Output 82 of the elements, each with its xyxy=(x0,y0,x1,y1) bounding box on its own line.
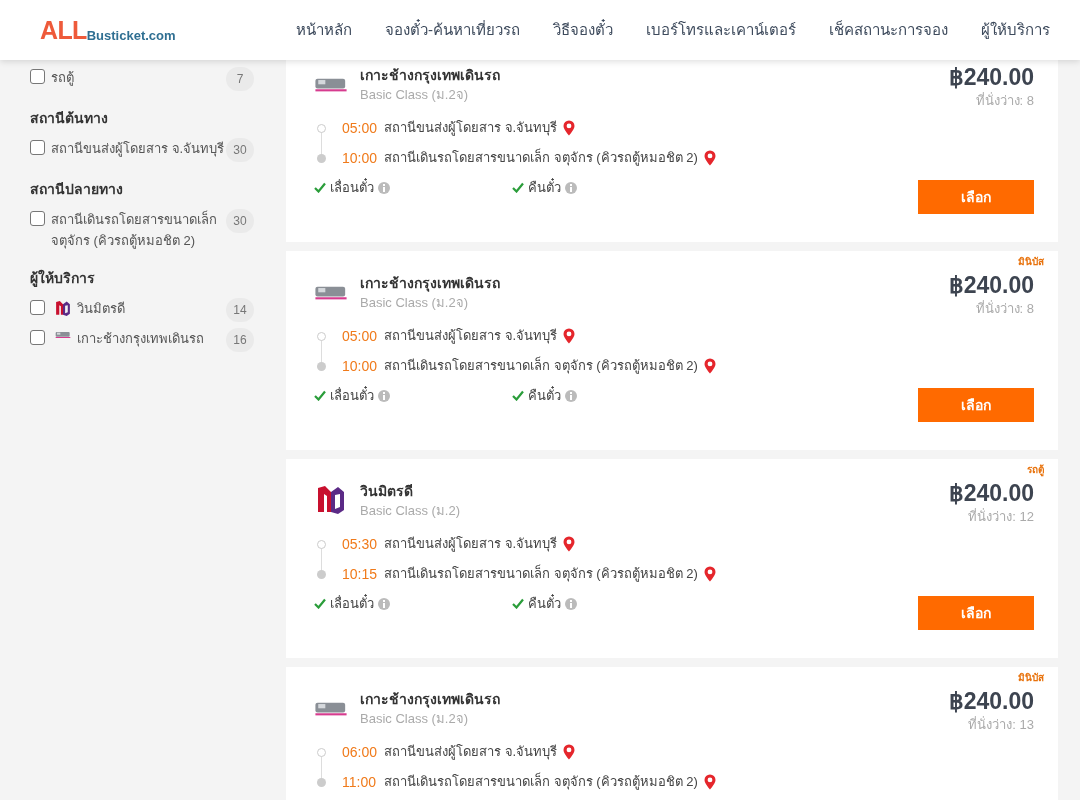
seats-available: ที่นั่งว่าง: 8 xyxy=(975,91,1034,110)
operator-name: เกาะช้างกรุงเทพเดินรถ xyxy=(360,274,500,293)
bus-class: Basic Class (ม.2จ) xyxy=(360,86,470,104)
ticket-feature: เลื่อนตั๋ว xyxy=(330,594,374,613)
filter-checkbox[interactable] xyxy=(30,69,45,84)
info-icon[interactable] xyxy=(378,389,390,402)
departure-time: 05:00 xyxy=(342,326,379,346)
departure-time: 11:00 xyxy=(342,772,377,792)
option-count: 16 xyxy=(226,328,254,352)
bus-logo xyxy=(55,330,71,340)
filter-checkbox[interactable] xyxy=(30,211,45,226)
option-count: 7 xyxy=(226,67,254,91)
departure-time: 10:15 xyxy=(342,564,379,584)
bus-class: Basic Class (ม.2) xyxy=(360,502,461,520)
filter-group-title: ผู้ให้บริการ xyxy=(30,268,96,289)
info-icon[interactable] xyxy=(378,181,390,194)
ticket-price: ฿240.00 xyxy=(948,687,1034,715)
station-name: สถานีเดินรถโดยสารขนาดเล็ก จตุจักร (คิวรถตู้หมอชิต 2) xyxy=(384,148,698,168)
nav-link[interactable]: จองตั๋ว-ค้นหาเที่ยวรถ xyxy=(385,18,520,42)
station-name: สถานีเดินรถโดยสารขนาดเล็ก จตุจักร (คิวรถตู้หมอชิต 2) xyxy=(384,564,698,584)
operator-name: เกาะช้างกรุงเทพเดินรถ xyxy=(360,690,500,709)
station-name: สถานีขนส่งผู้โดยสาร จ.จันทบุรี xyxy=(384,743,558,762)
vehicle-type-label: มินิบัส xyxy=(1018,255,1044,269)
map-pin-icon xyxy=(563,120,576,136)
nav-link[interactable]: เบอร์โทรและเคาน์เตอร์ xyxy=(646,18,796,42)
map-pin-icon xyxy=(703,774,716,790)
map-pin-icon xyxy=(703,358,716,374)
departure-time: 06:00 xyxy=(342,742,379,762)
seats-available: ที่นั่งว่าง: 12 xyxy=(968,507,1034,526)
option-count: 30 xyxy=(226,209,254,233)
nav-link[interactable]: เช็คสถานะการจอง xyxy=(829,18,948,42)
info-icon[interactable] xyxy=(565,597,577,610)
filter-checkbox[interactable] xyxy=(30,140,45,155)
vehicle-type-label: รถตู้ xyxy=(1027,463,1044,477)
filter-checkbox[interactable] xyxy=(30,300,45,315)
map-pin-icon xyxy=(703,566,716,582)
seats-available: ที่นั่งว่าง: 8 xyxy=(975,299,1034,318)
operator-name: เกาะช้างกรุงเทพเดินรถ xyxy=(360,66,500,85)
departure-time: 05:00 xyxy=(342,118,379,138)
map-pin-icon xyxy=(563,328,576,344)
filter-option-label: วินมิตรดี xyxy=(77,300,126,318)
filter-checkbox[interactable] xyxy=(30,330,45,345)
station-name: สถานีเดินรถโดยสารขนาดเล็ก จตุจักร (คิวรถตู้หมอชิต 2) xyxy=(384,356,698,376)
departure-time: 10:00 xyxy=(342,356,379,376)
filter-group-title: สถานีต้นทาง xyxy=(30,109,109,128)
ticket-price: ฿240.00 xyxy=(948,63,1034,91)
info-icon[interactable] xyxy=(565,389,577,402)
filter-option-label: สถานีเดินรถโดยสารขนาดเล็ก จตุจักร (คิวรถตู้หมอชิต 2) xyxy=(51,209,218,251)
nav-link[interactable]: ผู้ให้บริการ xyxy=(981,18,1050,42)
departure-time: 10:00 xyxy=(342,148,379,168)
operator-name: วินมิตรดี xyxy=(360,482,414,501)
filter-option-label: เกาะช้างกรุงเทพเดินรถ xyxy=(77,330,205,349)
option-count: 14 xyxy=(226,298,254,322)
departure-time: 05:30 xyxy=(342,534,379,554)
filter-option-label: สถานีขนส่งผู้โดยสาร จ.จันทบุรี xyxy=(51,140,226,159)
option-count: 30 xyxy=(226,138,254,162)
map-pin-icon xyxy=(563,744,576,760)
ticket-price: ฿240.00 xyxy=(948,479,1034,507)
seats-available: ที่นั่งว่าง: 13 xyxy=(968,715,1034,734)
ticket-feature: เลื่อนตั๋ว xyxy=(330,178,374,197)
vehicle-type-label: มินิบัส xyxy=(1018,671,1044,685)
operator-logo xyxy=(55,300,71,318)
station-name: สถานีขนส่งผู้โดยสาร จ.จันทบุรี xyxy=(384,119,558,138)
map-pin-icon xyxy=(563,536,576,552)
nav-link[interactable]: วิธีจองตั๋ว xyxy=(553,18,613,42)
info-icon[interactable] xyxy=(378,597,390,610)
bus-class: Basic Class (ม.2จ) xyxy=(360,710,470,728)
ticket-price: ฿240.00 xyxy=(948,271,1034,299)
ticket-feature: คืนตั๋ว xyxy=(528,386,561,405)
bus-class: Basic Class (ม.2จ) xyxy=(360,294,470,312)
ticket-feature: คืนตั๋ว xyxy=(528,178,561,197)
ticket-feature: เลื่อนตั๋ว xyxy=(330,386,374,405)
map-pin-icon xyxy=(703,150,716,166)
nav-link[interactable]: หน้าหลัก xyxy=(296,18,352,42)
station-name: สถานีเดินรถโดยสารขนาดเล็ก จตุจักร (คิวรถตู้หมอชิต 2) xyxy=(384,772,698,792)
station-name: สถานีขนส่งผู้โดยสาร จ.จันทบุรี xyxy=(384,327,558,346)
filter-option-label: รถตู้ xyxy=(51,69,75,88)
site-logo[interactable]: ALLBusticket.com xyxy=(40,17,176,43)
ticket-feature: คืนตั๋ว xyxy=(528,594,561,613)
filter-group-title: สถานีปลายทาง xyxy=(30,180,124,199)
station-name: สถานีขนส่งผู้โดยสาร จ.จันทบุรี xyxy=(384,535,558,554)
info-icon[interactable] xyxy=(565,181,577,194)
